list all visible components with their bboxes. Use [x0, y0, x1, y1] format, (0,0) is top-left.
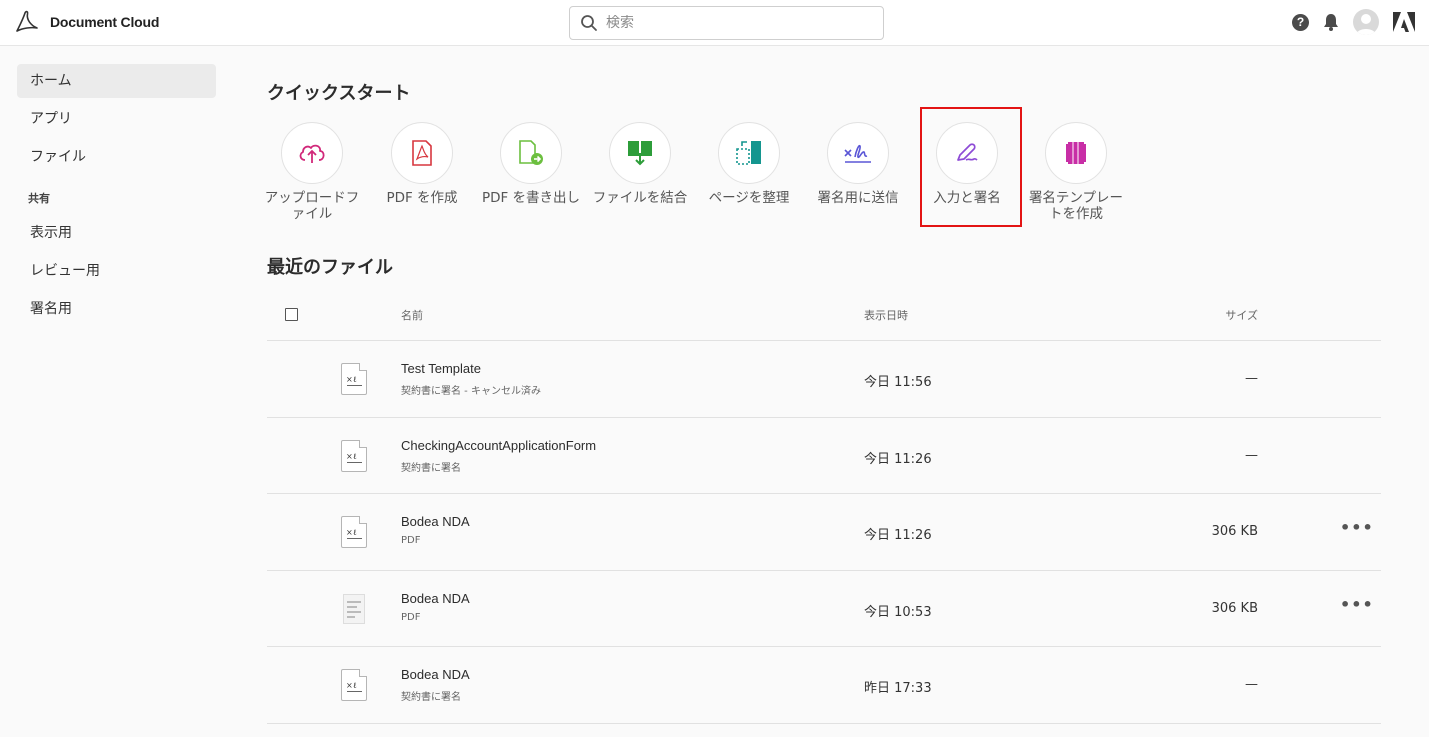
tool-label: PDF を書き出し — [481, 190, 581, 206]
recent-files-title: 最近のファイル — [267, 257, 393, 278]
table-row[interactable]: ×ℓ CheckingAccountApplicationForm 契約書に署名… — [267, 418, 1381, 494]
search-icon — [581, 15, 597, 31]
tool-icon-circle — [281, 122, 343, 184]
tool-upload-file[interactable]: アップロードファイル — [262, 122, 362, 222]
send-for-signature-icon — [844, 144, 871, 163]
table-row[interactable]: ×ℓ Test Template 契約書に署名 - キャンセル済み 今日 11:… — [267, 341, 1381, 418]
file-size: — — [1245, 447, 1258, 463]
column-header-size[interactable]: サイズ — [1225, 307, 1258, 323]
sign-document-icon: ×ℓ — [341, 516, 367, 548]
file-name: Test Template — [401, 361, 481, 376]
tool-icon-circle — [827, 122, 889, 184]
organize-pages-icon — [736, 141, 761, 165]
file-name: Bodea NDA — [401, 590, 470, 606]
quickstart-title: クイックスタート — [267, 83, 411, 104]
file-date: 今日 11:56 — [864, 375, 932, 390]
adobe-logo-icon[interactable] — [1393, 12, 1415, 32]
select-all-checkbox[interactable] — [285, 308, 298, 321]
file-name: Bodea NDA — [401, 514, 470, 529]
search-input[interactable] — [606, 15, 866, 31]
sidebar-item-for-viewing[interactable]: 表示用 — [17, 216, 216, 250]
brand[interactable]: Document Cloud — [14, 10, 159, 34]
tool-label: 署名用に送信 — [817, 190, 899, 206]
tool-label: アップロードファイル — [264, 190, 360, 222]
sign-document-icon: ×ℓ — [341, 363, 367, 395]
header-actions: ? — [1292, 9, 1415, 35]
tool-combine-files[interactable]: ファイルを結合 — [590, 122, 690, 206]
file-name: CheckingAccountApplicationForm — [401, 437, 597, 453]
table-row[interactable]: ×ℓ Bodea NDA PDF 今日 11:26 306 KB ••• — [267, 494, 1381, 571]
pdf-thumbnail-icon — [343, 593, 365, 624]
user-avatar-icon — [1356, 14, 1376, 35]
file-type: PDF — [401, 535, 421, 546]
file-type: 契約書に署名 - キャンセル済み — [401, 386, 541, 397]
table-row[interactable]: Bodea NDA PDF 今日 10:53 306 KB ••• — [267, 571, 1381, 647]
cloud-upload-icon — [299, 144, 325, 163]
sidebar-item-apps[interactable]: アプリ — [17, 102, 216, 136]
tool-export-pdf[interactable]: PDF を書き出し — [481, 122, 581, 206]
create-pdf-icon — [412, 140, 432, 166]
combine-files-icon — [628, 141, 652, 166]
sidebar-item-home[interactable]: ホーム — [17, 64, 216, 98]
recent-files-table: 名前 表示日時 サイズ ×ℓ Test Template 契約書に署名 - キャ… — [267, 296, 1381, 724]
column-header-date[interactable]: 表示日時 — [864, 307, 908, 323]
file-size: 306 KB — [1211, 524, 1258, 539]
more-options-icon[interactable]: ••• — [1340, 518, 1374, 537]
tool-icon-circle — [718, 122, 780, 184]
tool-send-for-signature[interactable]: 署名用に送信 — [808, 122, 908, 206]
file-date: 今日 10:53 — [864, 604, 932, 620]
help-icon[interactable]: ? — [1292, 13, 1309, 31]
bell-icon[interactable] — [1323, 13, 1339, 31]
sidebar: ホーム アプリ ファイル 共有 表示用 レビュー用 署名用 — [17, 64, 216, 330]
sidebar-item-for-signature[interactable]: 署名用 — [17, 292, 216, 326]
sidebar-heading-shared: 共有 — [28, 192, 50, 205]
file-size: — — [1245, 371, 1258, 386]
sign-document-icon: ×ℓ — [341, 669, 367, 701]
tool-organize-pages[interactable]: ページを整理 — [699, 122, 799, 206]
table-header: 名前 表示日時 サイズ — [267, 296, 1381, 341]
sign-document-icon: ×ℓ — [341, 439, 367, 472]
column-header-name[interactable]: 名前 — [401, 307, 423, 323]
avatar[interactable] — [1353, 9, 1379, 35]
file-type: 契約書に署名 — [401, 692, 461, 703]
top-header: Document Cloud ? — [0, 0, 1429, 46]
file-date: 昨日 17:33 — [864, 681, 932, 696]
sidebar-item-for-review[interactable]: レビュー用 — [17, 254, 216, 288]
tool-icon-circle — [609, 122, 671, 184]
tool-label: 署名テンプレートを作成 — [1028, 190, 1124, 222]
tool-label: ページを整理 — [708, 190, 790, 206]
file-type: 契約書に署名 — [401, 462, 461, 474]
file-date: 今日 11:26 — [864, 528, 932, 543]
signature-template-icon — [1066, 142, 1086, 164]
tool-label: ファイルを結合 — [592, 190, 688, 206]
brand-name: Document Cloud — [50, 14, 160, 30]
export-pdf-icon — [519, 140, 543, 165]
acrobat-logo-icon — [16, 10, 38, 32]
search-box[interactable] — [569, 6, 884, 40]
tool-icon-circle — [500, 122, 562, 184]
file-size: 306 KB — [1211, 600, 1258, 616]
table-row[interactable]: ×ℓ Bodea NDA 契約書に署名 昨日 17:33 — — [267, 647, 1381, 724]
fill-sign-highlight-box — [920, 107, 1022, 227]
file-type: PDF — [401, 611, 421, 623]
sidebar-item-files[interactable]: ファイル — [17, 140, 216, 174]
file-size: — — [1245, 677, 1258, 692]
file-date: 今日 11:26 — [864, 451, 932, 467]
more-options-icon[interactable]: ••• — [1340, 595, 1374, 614]
tool-create-signature-template[interactable]: 署名テンプレートを作成 — [1026, 122, 1126, 222]
tool-create-pdf[interactable]: PDF を作成 — [372, 122, 472, 206]
tool-label: PDF を作成 — [386, 190, 458, 206]
file-name: Bodea NDA — [401, 667, 470, 682]
tool-icon-circle — [391, 122, 453, 184]
tool-icon-circle — [1045, 122, 1107, 184]
